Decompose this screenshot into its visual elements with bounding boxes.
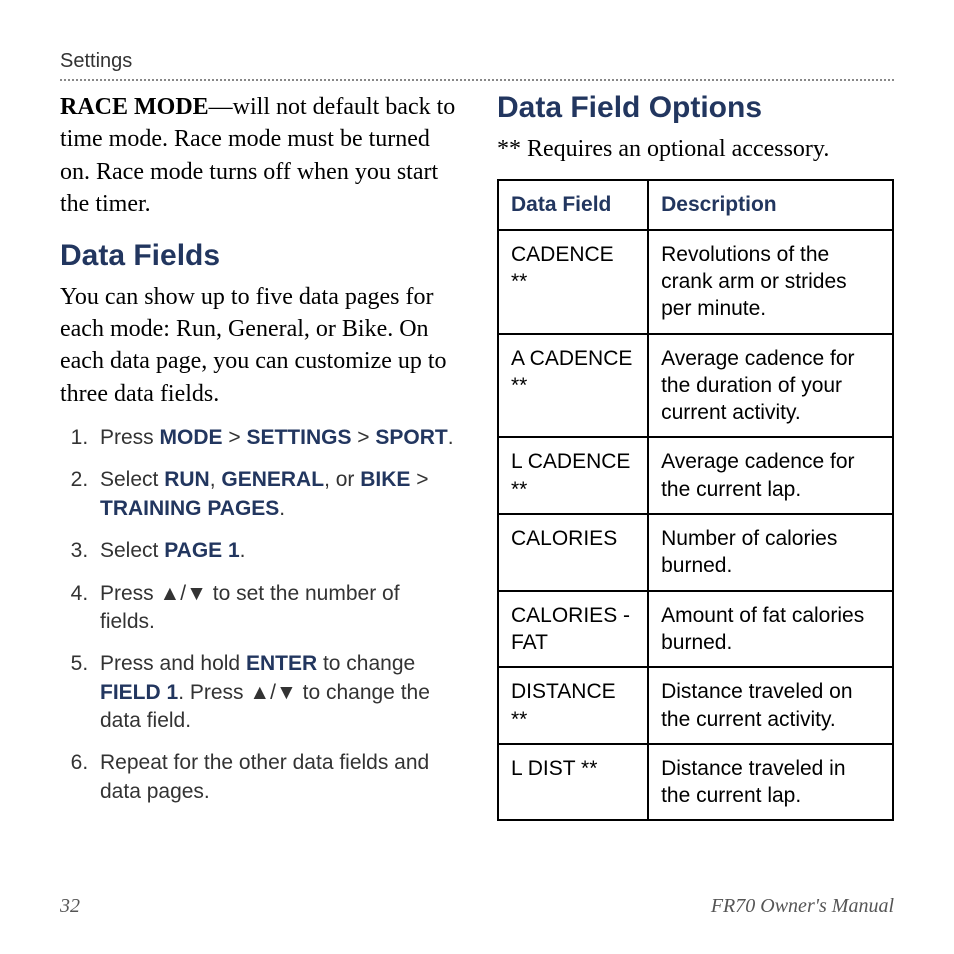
sep: > — [410, 468, 428, 491]
step-text: Press — [100, 426, 160, 449]
table-row: CALORIES - FAT Amount of fat calories bu… — [498, 591, 893, 668]
period: . — [240, 539, 246, 562]
ui-general: GENERAL — [221, 468, 324, 491]
arrows-icon: ▲/▼ — [160, 582, 207, 605]
step-2: Select RUN, GENERAL, or BIKE > TRAINING … — [94, 466, 457, 523]
cell-field: L DIST ** — [498, 744, 648, 821]
table-row: CALORIES Number of calories burned. — [498, 514, 893, 591]
comma: , — [210, 468, 222, 491]
data-fields-intro: You can show up to five data pages for e… — [60, 281, 457, 411]
race-mode-label: RACE MODE — [60, 94, 209, 120]
step-3: Select PAGE 1. — [94, 537, 457, 565]
cell-desc: Average cadence for the current lap. — [648, 437, 893, 514]
manual-title: FR70 Owner's Manual — [711, 895, 894, 918]
cell-desc: Revolutions of the crank arm or strides … — [648, 230, 893, 334]
cell-desc: Average cadence for the duration of your… — [648, 334, 893, 438]
period: . — [448, 426, 454, 449]
text: , or — [324, 468, 360, 491]
step-text: to change — [317, 652, 415, 675]
cell-field: A CADENCE ** — [498, 334, 648, 438]
race-mode-paragraph: RACE MODE—will not default back to time … — [60, 91, 457, 221]
step-text: Press and hold — [100, 652, 246, 675]
ui-enter: ENTER — [246, 652, 317, 675]
left-column: RACE MODE—will not default back to time … — [60, 91, 457, 821]
cell-field: CALORIES - FAT — [498, 591, 648, 668]
data-field-options-table: Data Field Description CADENCE ** Revolu… — [497, 179, 894, 821]
ui-bike: BIKE — [360, 468, 410, 491]
period: . — [279, 497, 285, 520]
data-field-options-heading: Data Field Options — [497, 91, 894, 125]
sep: > — [223, 426, 247, 449]
section-label: Settings — [60, 50, 894, 81]
ui-run: RUN — [164, 468, 210, 491]
right-column: Data Field Options ** Requires an option… — [497, 91, 894, 821]
cell-desc: Distance traveled in the current lap. — [648, 744, 893, 821]
accessory-note: ** Requires an optional accessory. — [497, 133, 894, 165]
table-row: L DIST ** Distance traveled in the curre… — [498, 744, 893, 821]
step-text: Select — [100, 539, 164, 562]
step-4: Press ▲/▼ to set the number of fields. — [94, 580, 457, 637]
table-row: A CADENCE ** Average cadence for the dur… — [498, 334, 893, 438]
cell-desc: Number of calories burned. — [648, 514, 893, 591]
step-text: . Press — [178, 681, 249, 704]
ui-mode: MODE — [160, 426, 223, 449]
step-1: Press MODE > SETTINGS > SPORT. — [94, 424, 457, 452]
ui-sport: SPORT — [375, 426, 447, 449]
cell-field: L CADENCE ** — [498, 437, 648, 514]
steps-list: Press MODE > SETTINGS > SPORT. Select RU… — [60, 424, 457, 806]
ui-field1: FIELD 1 — [100, 681, 178, 704]
cell-field: CADENCE ** — [498, 230, 648, 334]
table-row: L CADENCE ** Average cadence for the cur… — [498, 437, 893, 514]
ui-training-pages: TRAINING PAGES — [100, 497, 279, 520]
table-row: CADENCE ** Revolutions of the crank arm … — [498, 230, 893, 334]
arrows-icon: ▲/▼ — [249, 681, 296, 704]
cell-field: CALORIES — [498, 514, 648, 591]
cell-desc: Amount of fat calories burned. — [648, 591, 893, 668]
th-data-field: Data Field — [498, 180, 648, 229]
two-column-layout: RACE MODE—will not default back to time … — [60, 91, 894, 821]
data-fields-heading: Data Fields — [60, 239, 457, 273]
step-6: Repeat for the other data fields and dat… — [94, 749, 457, 806]
manual-page: Settings RACE MODE—will not default back… — [0, 0, 954, 954]
ui-page1: PAGE 1 — [164, 539, 239, 562]
sep: > — [351, 426, 375, 449]
step-text: Press — [100, 582, 160, 605]
table-header-row: Data Field Description — [498, 180, 893, 229]
th-description: Description — [648, 180, 893, 229]
page-footer: 32 FR70 Owner's Manual — [60, 895, 894, 918]
step-text: Select — [100, 468, 164, 491]
cell-field: DISTANCE ** — [498, 667, 648, 744]
page-number: 32 — [60, 895, 80, 918]
step-5: Press and hold ENTER to change FIELD 1. … — [94, 650, 457, 735]
cell-desc: Distance traveled on the current activit… — [648, 667, 893, 744]
table-row: DISTANCE ** Distance traveled on the cur… — [498, 667, 893, 744]
ui-settings: SETTINGS — [246, 426, 351, 449]
